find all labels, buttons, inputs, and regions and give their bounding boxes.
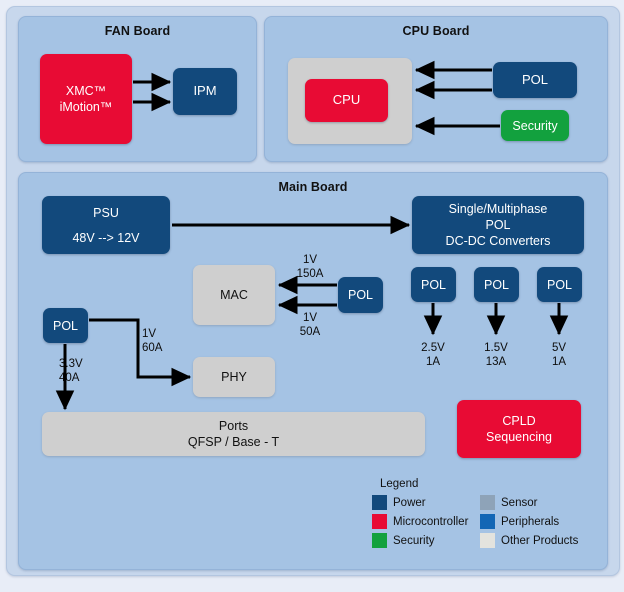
block-xmc-line1: XMC™ [65,84,107,98]
block-cpu[interactable]: CPU [305,79,388,122]
fan-board-title: FAN Board [104,24,171,38]
block-ipm-label: IPM [193,83,217,99]
block-cpu-pol-label: POL [521,71,548,87]
legend-item-peripherals: Peripherals [480,514,587,529]
legend-item-sensor: Sensor [480,495,587,510]
block-cpld-sequencing[interactable]: CPLD Sequencing [457,400,581,458]
block-cpld-line2: Sequencing [485,430,553,444]
legend-swatch-peripherals [480,514,495,529]
legend-item-power: Power [372,495,480,510]
label-pol-right-3-out: 5V 1A [551,342,567,369]
block-ipm[interactable]: IPM [173,68,237,115]
cpu-board-title: CPU Board [402,24,470,38]
block-psu-line1: PSU [93,205,119,220]
block-phy-label: PHY [221,370,247,384]
block-ports-line1: Ports [218,419,249,433]
block-cpu-pol[interactable]: POL [493,62,577,98]
legend-swatch-microcontroller [372,514,387,529]
block-multiphase-line3: DC-DC Converters [445,234,551,248]
block-pol-right-3-label: POL [546,277,572,292]
legend-swatch-other-products [480,533,495,548]
block-multiphase-line1: Single/Multiphase [448,202,548,216]
legend-swatch-security [372,533,387,548]
legend-item-other-products: Other Products [480,533,587,548]
block-psu-line2: 48V --> 12V [72,230,140,245]
block-pol-right-3[interactable]: POL [537,267,582,302]
block-xmc-line2: iMotion™ [59,100,113,114]
legend-item-security: Security [372,533,480,548]
block-multiphase-line2: POL [485,218,511,232]
label-pol-right-2-out: 1.5V 13A [484,342,508,369]
label-mac-top-rail: 1V 150A [296,254,324,281]
diagram-root: FAN Board XMC™ iMotion™ IPM CPU Board CP… [0,0,624,592]
legend-title: Legend [380,478,419,490]
block-pol-left[interactable]: POL [43,308,88,343]
block-pol-right-1[interactable]: POL [411,267,456,302]
block-pol-left-label: POL [52,318,78,333]
label-pol-right-1-out: 2.5V 1A [421,342,445,369]
legend-label-peripherals: Peripherals [501,515,560,528]
legend-label-sensor: Sensor [501,496,538,509]
block-pol-mac-label: POL [347,288,373,302]
legend-label-microcontroller: Microcontroller [393,515,469,528]
legend: Legend Power Sensor Microcontroller Peri… [372,478,587,556]
legend-label-power: Power [393,496,426,509]
block-ports[interactable]: Ports QFSP / Base - T [42,412,425,456]
block-cpld-line1: CPLD [502,414,536,428]
block-cpu-security-label: Security [512,118,558,133]
legend-grid: Power Sensor Microcontroller Peripherals… [372,493,587,550]
block-cpu-label: CPU [332,92,361,108]
block-ports-line2: QFSP / Base - T [187,435,280,449]
main-board-title: Main Board [278,180,348,194]
label-pol-left-right-rail: 1V 60A [142,328,163,355]
block-xmc-imotion[interactable]: XMC™ iMotion™ [40,54,132,144]
block-phy[interactable]: PHY [193,357,275,397]
block-psu[interactable]: PSU 48V --> 12V [42,196,170,254]
block-pol-mac[interactable]: POL [338,277,383,313]
legend-label-other-products: Other Products [501,534,579,547]
block-pol-right-2[interactable]: POL [474,267,519,302]
legend-swatch-sensor [480,495,495,510]
block-mac-label: MAC [220,288,248,302]
block-pol-right-2-label: POL [483,277,509,292]
block-mac[interactable]: MAC [193,265,275,325]
legend-label-security: Security [393,534,435,547]
block-cpu-security[interactable]: Security [501,110,569,141]
label-mac-bottom-rail: 1V 50A [299,312,321,339]
legend-item-microcontroller: Microcontroller [372,514,480,529]
label-pol-left-down-rail: 3.3V 40A [59,358,83,385]
legend-swatch-power [372,495,387,510]
block-pol-right-1-label: POL [420,277,446,292]
block-single-multiphase-pol[interactable]: Single/Multiphase POL DC-DC Converters [412,196,584,254]
